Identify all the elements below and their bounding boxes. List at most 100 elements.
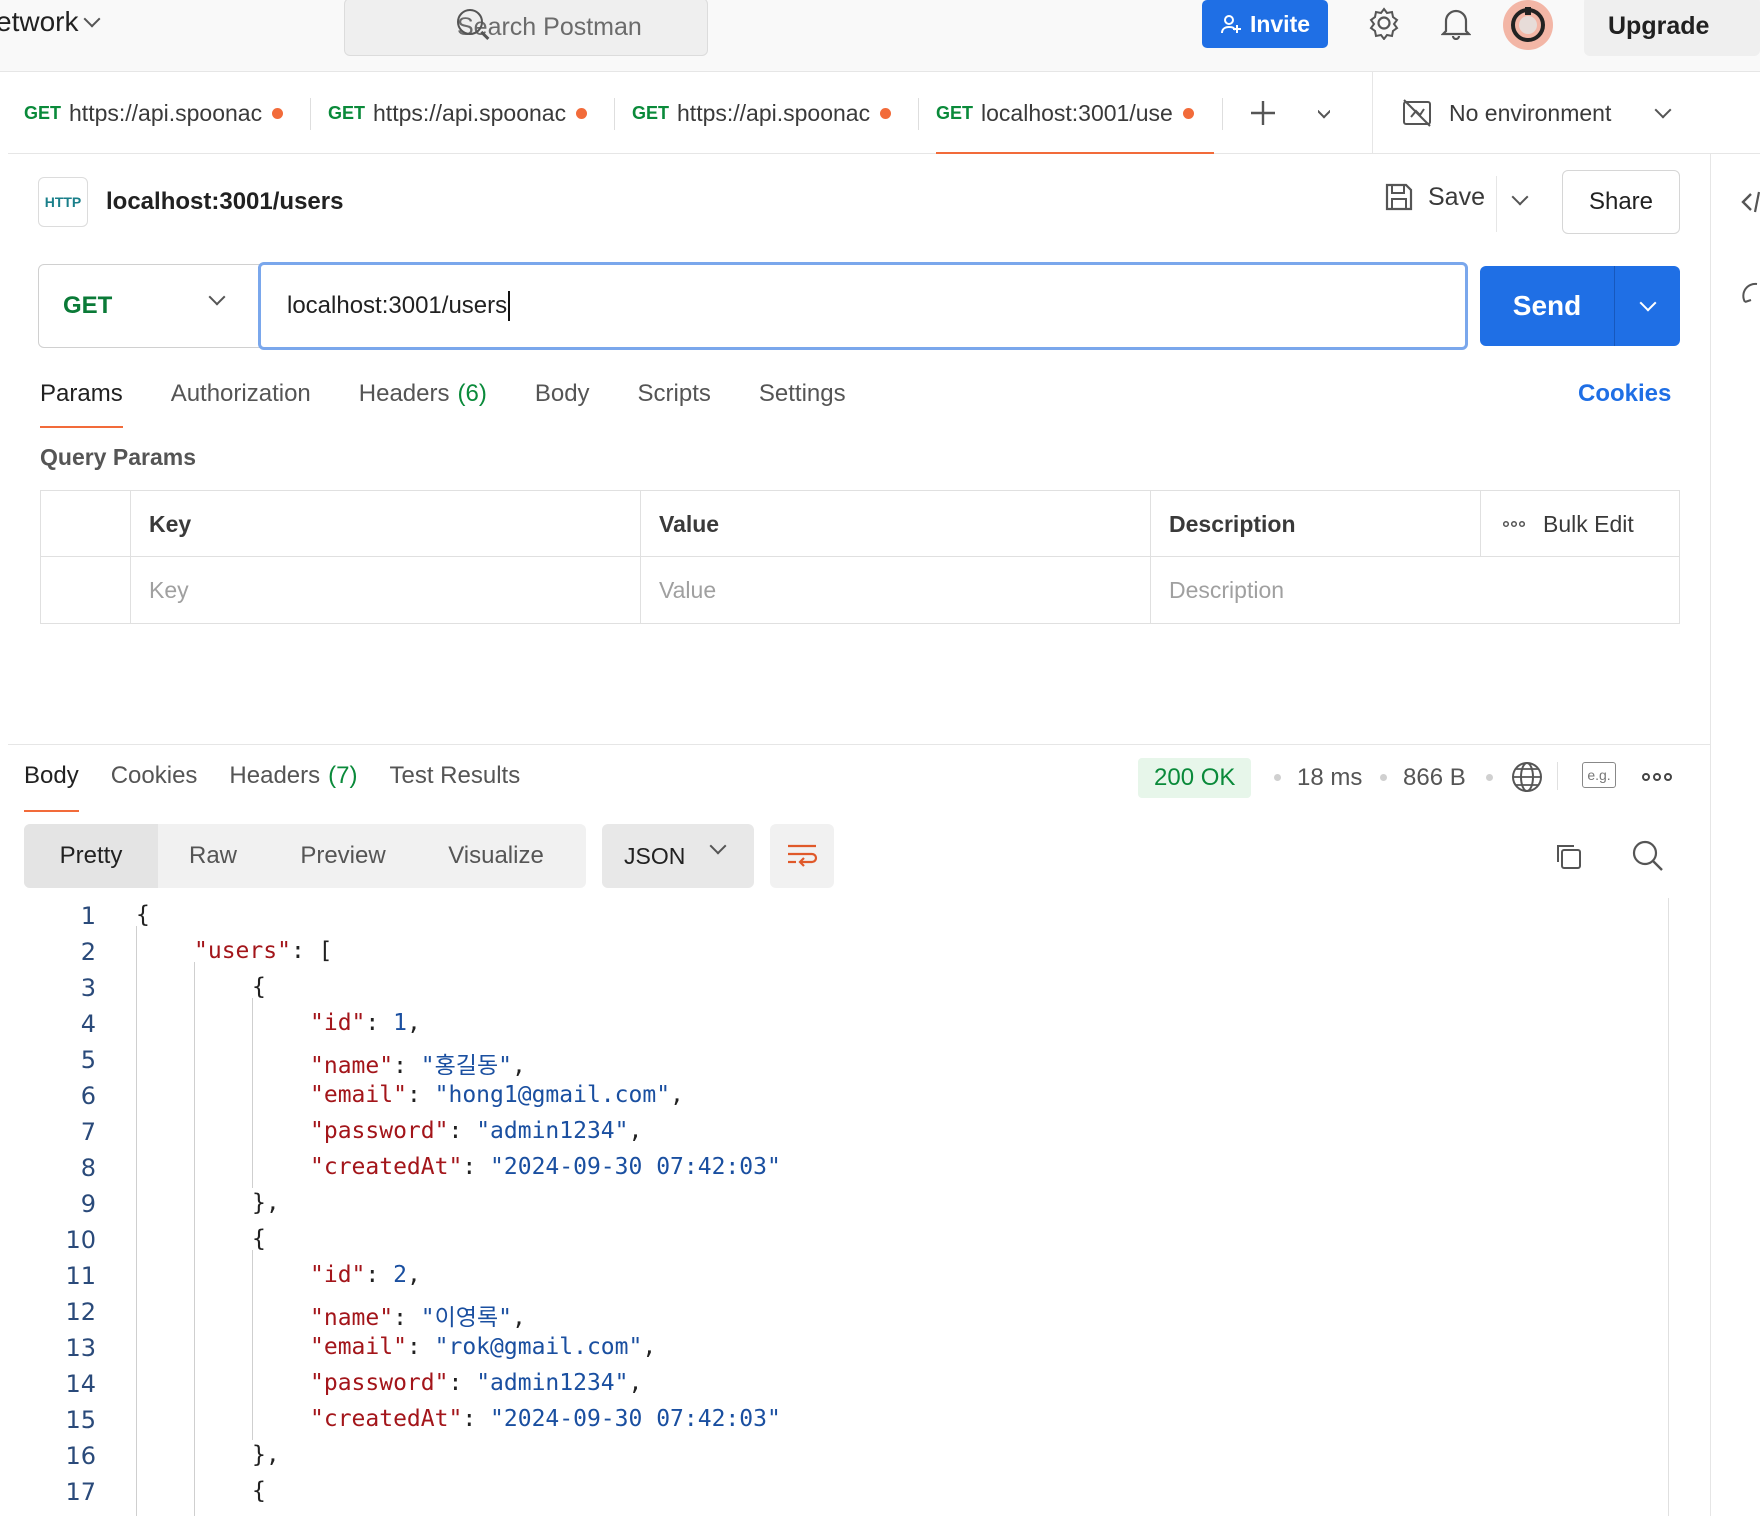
tab-settings[interactable]: Settings: [759, 372, 846, 428]
response-tab-test-results[interactable]: Test Results: [389, 760, 520, 810]
code-line: 14: [24, 1366, 96, 1402]
workspace-switcher[interactable]: etwork: [0, 6, 101, 38]
new-tab-button[interactable]: [1248, 72, 1278, 154]
search-box[interactable]: Search Postman: [344, 0, 708, 56]
checkbox-column: [41, 491, 131, 557]
key-input[interactable]: Key: [131, 557, 641, 623]
url-input[interactable]: localhost:3001/users: [258, 262, 1468, 350]
save-example-icon[interactable]: e.g.: [1582, 762, 1616, 788]
request-tabs: Params Authorization Headers (6) Body Scr…: [40, 372, 894, 428]
avatar[interactable]: [1503, 0, 1553, 50]
code-text: },: [252, 1442, 280, 1468]
code-text: "password": "admin1234",: [310, 1370, 643, 1396]
code-line: 7: [24, 1114, 96, 1150]
line-number: 15: [65, 1406, 96, 1434]
tab-method: GET: [632, 102, 670, 123]
response-size[interactable]: 866 B: [1403, 764, 1466, 792]
table-header-row: Key Value Description Bulk Edit: [41, 491, 1679, 557]
cookies-link[interactable]: Cookies: [1578, 380, 1671, 408]
table-row: Key Value Description: [41, 557, 1679, 623]
tab-authorization[interactable]: Authorization: [171, 372, 311, 428]
column-header-key: Key: [131, 491, 641, 557]
bulk-edit-button[interactable]: Bulk Edit: [1481, 491, 1679, 557]
response-tab-body[interactable]: Body: [24, 760, 79, 812]
code-icon[interactable]: [1741, 190, 1760, 214]
response-time[interactable]: 18 ms: [1297, 764, 1362, 792]
environment-selector[interactable]: No environment: [1372, 72, 1672, 154]
format-label: Pretty: [59, 842, 123, 869]
pane-divider[interactable]: [8, 744, 1710, 745]
language-select[interactable]: JSON: [602, 824, 754, 888]
code-line: 3: [24, 970, 96, 1006]
tab-label: Cookies: [110, 762, 198, 789]
globe-icon[interactable]: [1510, 760, 1544, 794]
format-visualize[interactable]: Visualize: [418, 824, 574, 888]
code-line: 2: [24, 934, 96, 970]
json-number: 2: [393, 1262, 407, 1288]
tab-label: localhost:3001/use: [981, 99, 1173, 126]
json-number: 1: [393, 1010, 407, 1036]
chevron-down-icon: [1639, 294, 1656, 312]
code-line: 5: [24, 1042, 96, 1078]
url-value: localhost:3001/users: [287, 292, 508, 319]
request-tab[interactable]: GET https://api.spoonac: [328, 72, 588, 154]
format-pretty[interactable]: Pretty: [24, 824, 158, 888]
chevron-down-icon: [1511, 188, 1529, 206]
request-tab-active[interactable]: GET localhost:3001/use: [936, 72, 1214, 154]
tab-params[interactable]: Params: [40, 372, 123, 428]
response-body-code[interactable]: 1 2 3 4 5 6 7 8 9 10 11 12 13 14 15 16 1…: [24, 898, 1664, 1516]
notifications-button[interactable]: [1437, 4, 1475, 42]
save-options-button[interactable]: [1511, 188, 1529, 208]
search-response-button[interactable]: [1628, 836, 1668, 876]
tab-overflow-button[interactable]: [1318, 72, 1330, 154]
code-line: 12: [24, 1294, 96, 1330]
line-number: 8: [80, 1154, 96, 1182]
json-key: "email": [310, 1082, 407, 1108]
save-label: Save: [1428, 182, 1485, 211]
tab-headers[interactable]: Headers (6): [359, 372, 487, 428]
line-number: 5: [80, 1046, 96, 1074]
save-button[interactable]: Save: [1384, 182, 1485, 212]
send-button[interactable]: Send: [1480, 266, 1680, 346]
value-input[interactable]: Value: [641, 557, 1151, 623]
method-select[interactable]: GET: [38, 264, 260, 348]
upgrade-button[interactable]: Upgrade: [1584, 0, 1760, 56]
settings-button[interactable]: [1365, 4, 1403, 42]
code-line: 15: [24, 1402, 96, 1438]
gear-icon: [1369, 7, 1399, 40]
tab-scripts[interactable]: Scripts: [638, 372, 711, 428]
json-key: "name": [310, 1053, 394, 1079]
response-tab-cookies[interactable]: Cookies: [111, 760, 198, 810]
tab-body[interactable]: Body: [535, 372, 590, 428]
code-text: "password": "admin1234",: [310, 1118, 643, 1144]
json-key: "id": [310, 1262, 366, 1288]
more-options-icon[interactable]: [1642, 772, 1672, 782]
response-tab-headers[interactable]: Headers (7): [229, 760, 357, 810]
line-number: 12: [65, 1298, 96, 1326]
description-input[interactable]: Description: [1151, 557, 1679, 623]
format-preview[interactable]: Preview: [268, 824, 418, 888]
status-badge[interactable]: 200 OK: [1138, 758, 1252, 798]
headers-count: (6): [457, 380, 487, 407]
request-title[interactable]: localhost:3001/users: [106, 188, 343, 216]
tab-divider: [1222, 98, 1223, 130]
code-line: 17: [24, 1474, 96, 1510]
share-button[interactable]: Share: [1562, 170, 1680, 234]
copy-button[interactable]: [1548, 836, 1588, 876]
query-params-title: Query Params: [40, 444, 196, 470]
code-scrollbar[interactable]: [1668, 898, 1669, 1516]
code-text: },: [252, 1190, 280, 1216]
code-line: 4: [24, 1006, 96, 1042]
tab-divider: [310, 98, 311, 130]
request-tab[interactable]: GET https://api.spoonac: [632, 72, 892, 154]
tab-label: Body: [24, 762, 79, 789]
invite-button[interactable]: Invite: [1202, 0, 1328, 48]
wrap-lines-button[interactable]: [770, 824, 834, 888]
info-icon[interactable]: [1741, 278, 1760, 308]
request-tab[interactable]: GET https://api.spoonac: [24, 72, 284, 154]
send-options-button[interactable]: [1615, 294, 1680, 312]
example-icon-label: e.g.: [1587, 767, 1611, 783]
tab-label: Params: [40, 380, 123, 407]
format-raw[interactable]: Raw: [158, 824, 268, 888]
line-number: 11: [65, 1262, 96, 1290]
